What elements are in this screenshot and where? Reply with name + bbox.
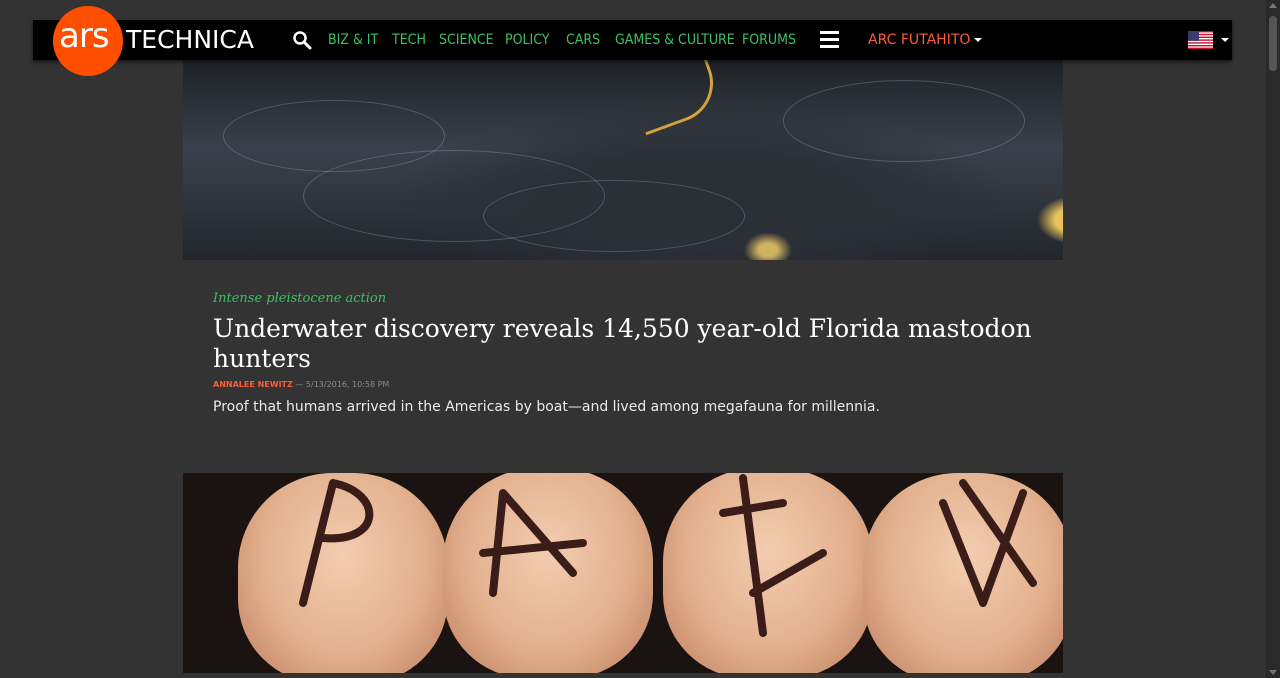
nav-link-tech[interactable]: TECH [392,20,426,60]
user-account-name: ARC FUTAHITO [868,32,971,48]
menu-bar [820,31,839,34]
knuckle-tattoo-letters [299,474,1037,637]
scroll-down-arrow-icon[interactable] [1269,670,1277,675]
byline-separator: — [292,380,306,389]
search-icon[interactable] [292,30,312,50]
article-author[interactable]: ANNALEE NEWITZ [213,380,293,389]
article-hero-image[interactable] [183,473,1063,673]
rope-detail [624,60,725,136]
site-logo-wordmark[interactable]: TECHNICA [126,24,254,56]
nav-link-forums[interactable]: FORUMS [742,20,796,60]
water-ripple [783,80,1025,162]
article-headline[interactable]: Underwater discovery reveals 14,550 year… [213,314,1043,374]
article-hero-image[interactable] [183,60,1063,260]
menu-bar [820,45,839,48]
nav-link-biz-it[interactable]: BIZ & IT [328,20,378,60]
water-ripple [483,180,745,252]
scroll-up-arrow-icon[interactable] [1269,3,1277,8]
scroll-thumb[interactable] [1269,16,1277,71]
article-kicker: Intense pleistocene action [213,291,387,306]
us-flag-icon[interactable] [1188,31,1213,49]
article-date: 5/13/2016, 10:58 PM [305,380,390,389]
menu-bar [820,38,839,41]
article-byline: ANNALEE NEWITZ — 5/13/2016, 10:58 PM [213,378,1043,392]
chevron-down-icon [974,38,983,42]
chevron-down-icon[interactable] [1221,38,1229,42]
nav-link-games-culture[interactable]: GAMES & CULTURE [615,20,735,60]
user-account-menu[interactable]: ARC FUTAHITO [868,20,983,60]
article-excerpt: Proof that humans arrived in the America… [213,399,880,415]
site-logo-ars[interactable]: ars [59,16,110,56]
article-card: Intense pleistocene action Underwater di… [213,290,1043,417]
nav-link-science[interactable]: SCIENCE [439,20,494,60]
nav-link-policy[interactable]: POLICY [505,20,549,60]
page-scrollbar[interactable] [1266,0,1280,678]
nav-link-cars[interactable]: CARS [566,20,600,60]
hamburger-menu-icon[interactable] [820,31,839,49]
